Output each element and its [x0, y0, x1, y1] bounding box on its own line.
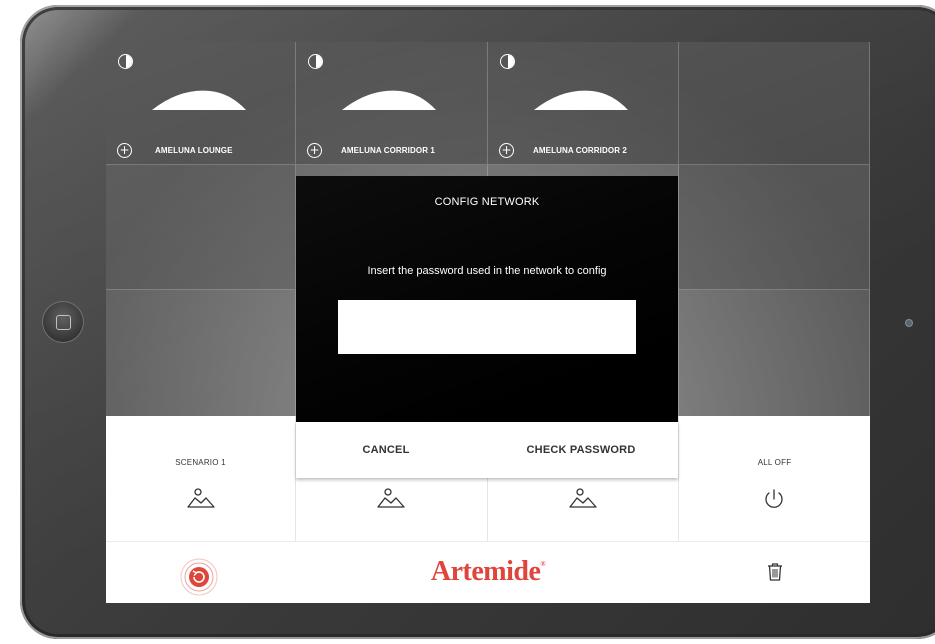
- lamp-icon: [152, 90, 246, 110]
- empty-tile: [679, 42, 870, 165]
- brand-name: Artemide: [430, 556, 541, 587]
- empty-tile: [106, 165, 296, 290]
- scene-button-all-off[interactable]: ALL OFF: [679, 416, 870, 541]
- registered-mark: ®: [540, 560, 546, 568]
- empty-tile: [679, 290, 870, 416]
- dimmer-icon[interactable]: [500, 54, 515, 69]
- password-input[interactable]: [338, 300, 636, 354]
- power-icon: [765, 489, 783, 508]
- add-icon[interactable]: +: [307, 143, 322, 158]
- cancel-button[interactable]: CANCEL: [296, 422, 476, 478]
- landscape-icon: [377, 488, 405, 508]
- scene-label: ALL OFF: [757, 458, 792, 467]
- config-network-dialog: CONFIG NETWORK Insert the password used …: [296, 176, 678, 478]
- add-icon[interactable]: +: [117, 143, 132, 158]
- lamp-icon: [342, 90, 436, 110]
- check-password-button[interactable]: CHECK PASSWORD: [486, 422, 676, 478]
- empty-tile: [679, 165, 870, 290]
- landscape-icon: [187, 488, 215, 508]
- dialog-message: Insert the password used in the network …: [367, 265, 607, 277]
- light-label: AMELUNA CORRIDOR 2: [533, 146, 627, 155]
- dimmer-icon[interactable]: [308, 54, 323, 69]
- footer-bar: Artemide®: [106, 541, 870, 603]
- camera-icon: [905, 319, 913, 327]
- dialog-body: CONFIG NETWORK Insert the password used …: [296, 176, 678, 422]
- light-tile-ameluna-lounge[interactable]: + AMELUNA LOUNGE: [106, 42, 296, 165]
- light-tile-ameluna-corridor-1[interactable]: + AMELUNA CORRIDOR 1: [296, 42, 488, 165]
- scene-button-scenario-1[interactable]: SCENARIO 1: [106, 416, 296, 541]
- scene-label: SCENARIO 1: [175, 458, 226, 467]
- app-screen: + AMELUNA LOUNGE + AMELUNA CORRIDOR 1 + …: [106, 42, 870, 603]
- trash-icon[interactable]: [766, 562, 784, 582]
- light-label: AMELUNA CORRIDOR 1: [341, 146, 435, 155]
- light-tile-ameluna-corridor-2[interactable]: + AMELUNA CORRIDOR 2: [488, 42, 679, 165]
- dimmer-icon[interactable]: [118, 54, 133, 69]
- dialog-title: CONFIG NETWORK: [434, 196, 540, 208]
- empty-tile: [106, 290, 296, 416]
- lamp-icon: [534, 90, 628, 110]
- landscape-icon: [569, 488, 597, 508]
- add-icon[interactable]: +: [499, 143, 514, 158]
- brand-logo: Artemide®: [106, 556, 870, 588]
- home-button[interactable]: [42, 301, 84, 343]
- dialog-actions: CANCEL CHECK PASSWORD: [296, 422, 678, 478]
- light-label: AMELUNA LOUNGE: [155, 146, 233, 155]
